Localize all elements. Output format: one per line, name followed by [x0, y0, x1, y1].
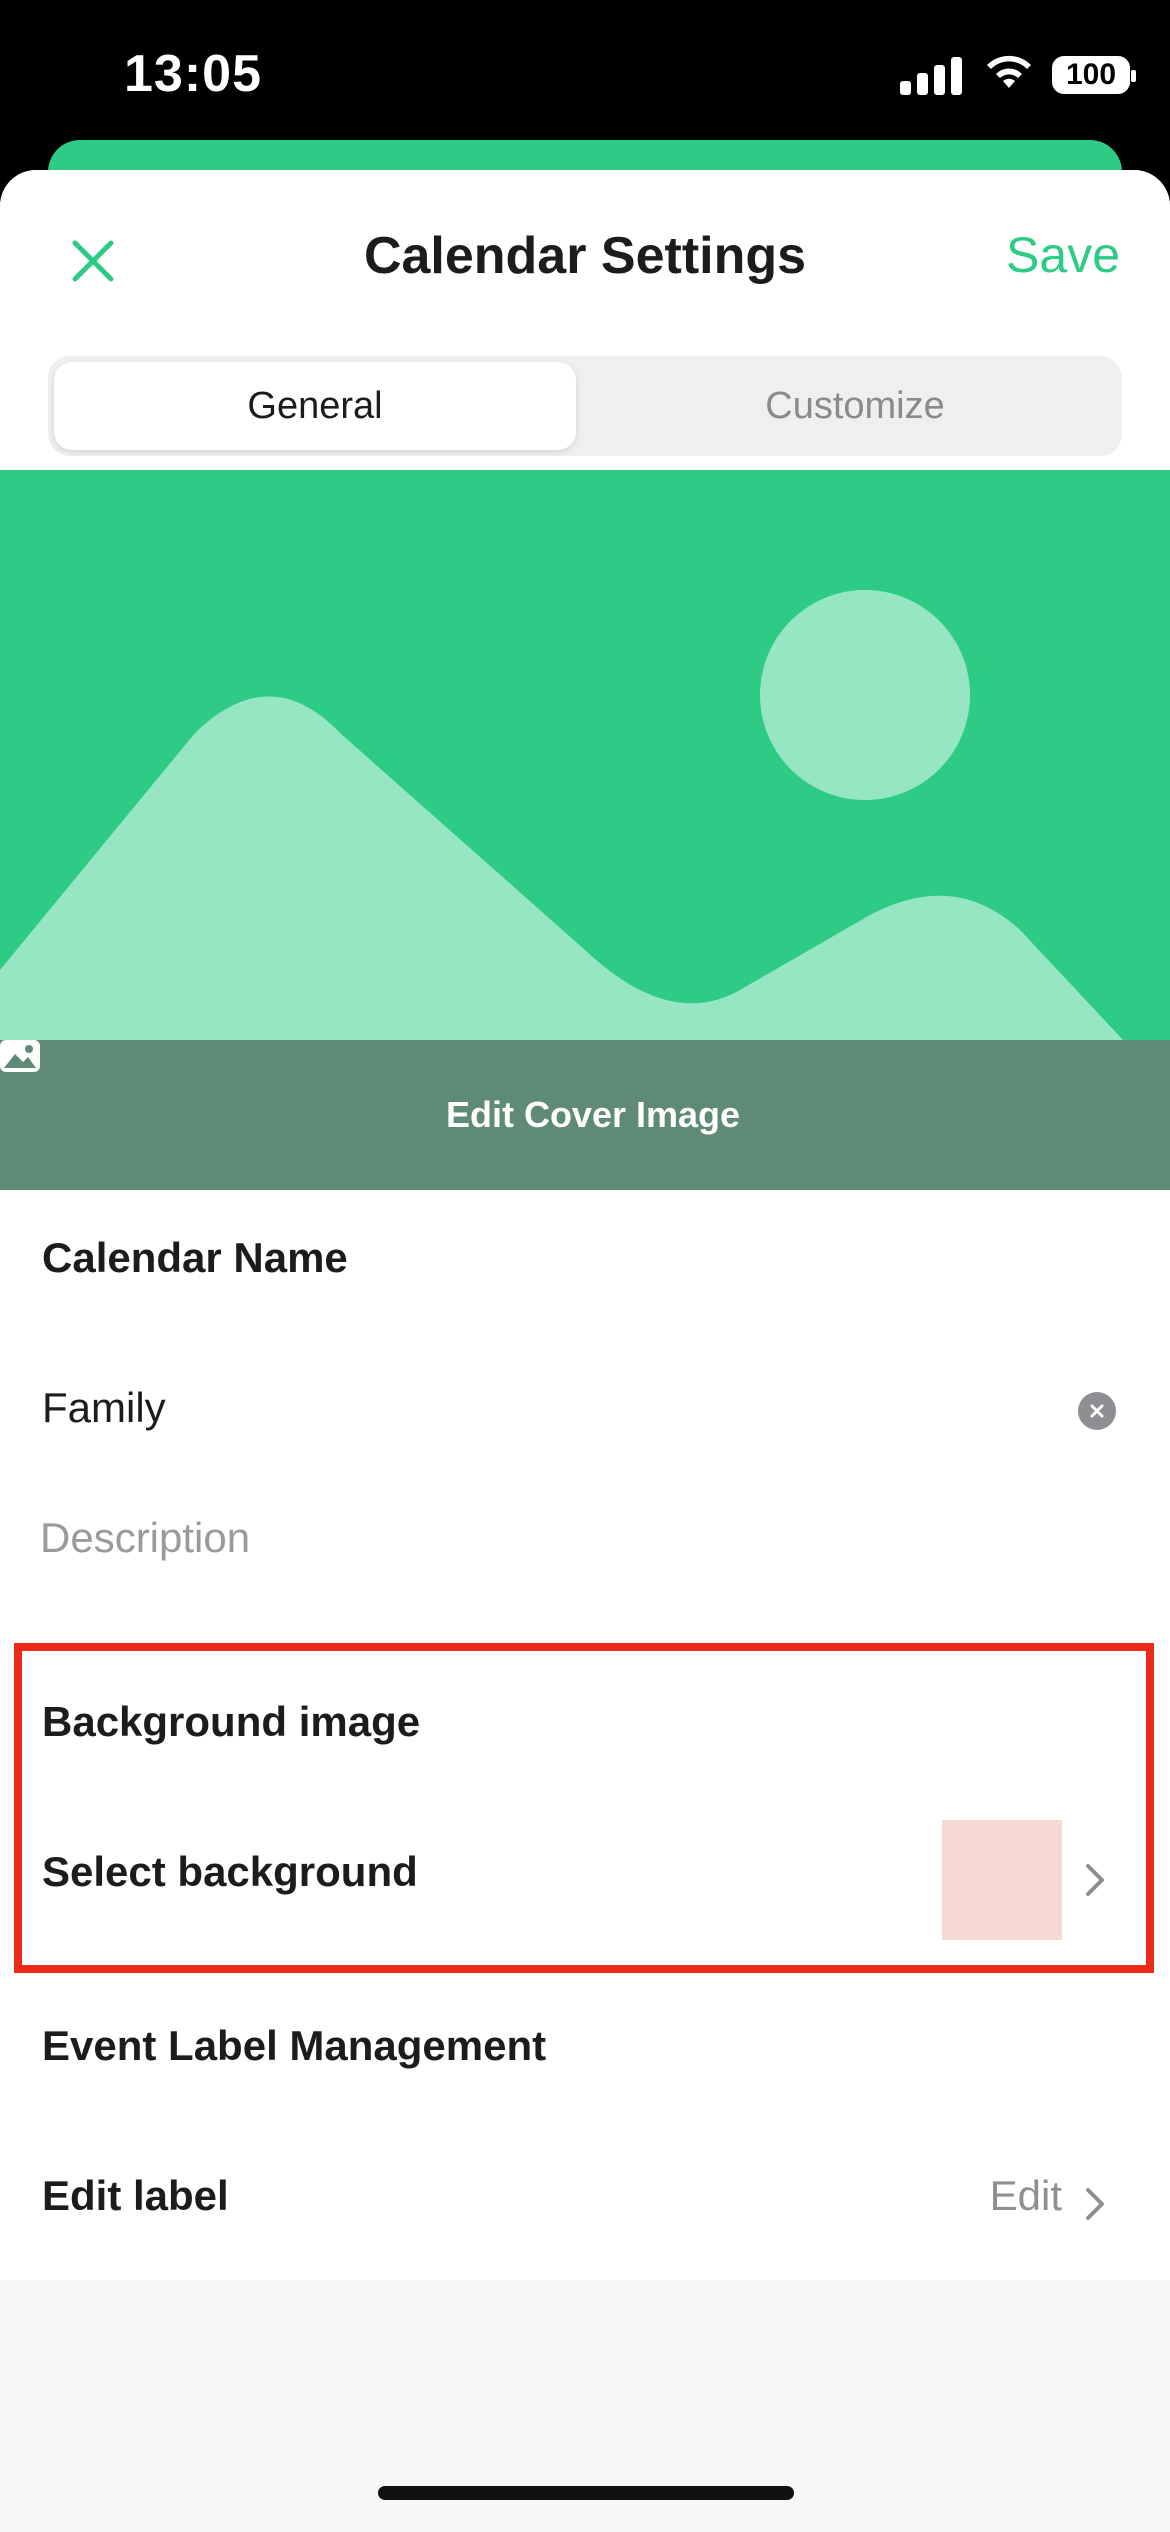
sheet-header: Calendar Settings Save General Customize: [0, 170, 1170, 470]
event-label-management-title: Event Label Management: [42, 2022, 547, 2069]
background-swatch[interactable]: [942, 1820, 1062, 1940]
tab-customize[interactable]: Customize: [594, 362, 1116, 450]
page-title: Calendar Settings: [363, 227, 807, 285]
cover-image[interactable]: Edit Cover Image: [0, 470, 1170, 1190]
edit-label-value[interactable]: Edit: [990, 2172, 1062, 2220]
save-button[interactable]: Save: [1006, 226, 1120, 284]
settings-form: Calendar Name Family Description Backgro…: [0, 1190, 1170, 2280]
status-bar: 13:05 100: [0, 0, 1170, 150]
edit-cover-image-label: Edit Cover Image: [445, 1094, 741, 1135]
chevron-right-icon[interactable]: [1082, 2183, 1108, 2225]
segmented-control: General Customize: [48, 356, 1122, 456]
calendar-settings-sheet: Calendar Settings Save General Customize…: [0, 170, 1170, 2532]
description-input[interactable]: Description: [40, 1514, 250, 1562]
status-icons: 100: [900, 52, 1136, 97]
select-background-row[interactable]: Select background: [42, 1848, 418, 1896]
background-image-title: Background image: [42, 1698, 421, 1745]
calendar-name-title: Calendar Name: [42, 1234, 348, 1281]
calendar-name-input[interactable]: Family: [42, 1384, 166, 1432]
home-indicator: [378, 2486, 794, 2500]
edit-cover-image-button[interactable]: Edit Cover Image: [0, 1040, 1170, 1190]
clear-name-button[interactable]: [1078, 1392, 1116, 1430]
clear-icon: [1090, 1404, 1104, 1418]
signal-icon: [900, 55, 962, 95]
tab-general[interactable]: General: [54, 362, 576, 450]
status-time: 13:05: [124, 45, 262, 103]
battery-icon: 100: [1052, 55, 1136, 94]
chevron-right-icon[interactable]: [1082, 1859, 1108, 1901]
wifi-icon: [984, 52, 1034, 97]
edit-label-row[interactable]: Edit label: [42, 2172, 229, 2220]
sun-shape: [760, 590, 970, 800]
